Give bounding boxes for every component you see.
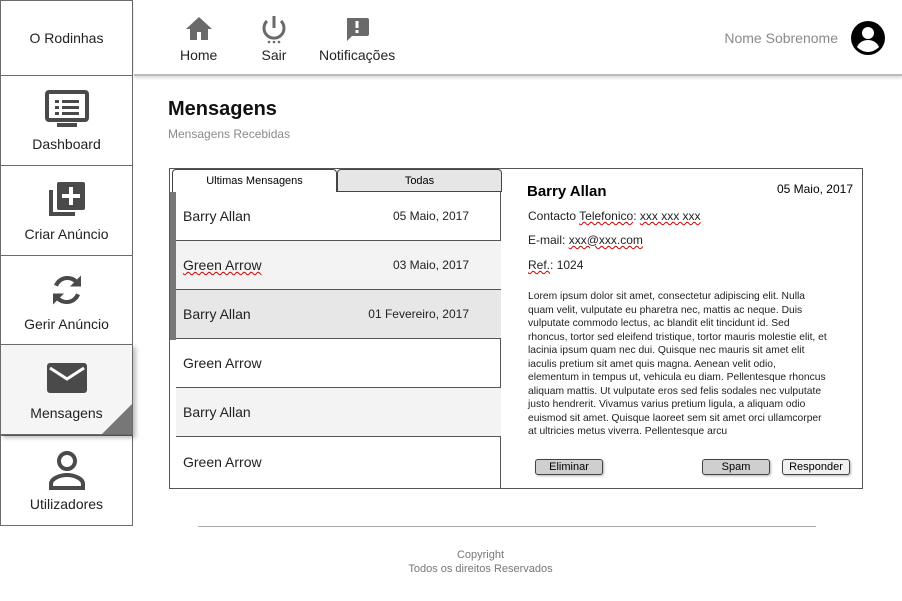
message-sender: Green Arrow xyxy=(183,257,262,273)
message-sender: Barry Allan xyxy=(183,208,251,224)
active-indicator xyxy=(102,404,132,434)
sidebar-item-label: Utilizadores xyxy=(29,495,104,512)
brand-logo[interactable]: O Rodinhas xyxy=(0,0,133,76)
message-list: Barry Allan 05 Maio, 2017 Green Arrow 03… xyxy=(176,192,501,488)
message-sender: Green Arrow xyxy=(183,355,262,371)
add-library-icon xyxy=(48,181,85,216)
power-icon xyxy=(262,16,286,44)
mail-icon xyxy=(46,362,87,393)
sidebar-item-label: Criar Anúncio xyxy=(24,225,109,242)
sidebar-item-criar-anuncio[interactable]: Criar Anúncio xyxy=(0,165,133,256)
page-title: Mensagens xyxy=(168,98,277,120)
top-bar: Home Sair Notificações Nome Sobrenome xyxy=(134,0,902,76)
nav-home-label: Home xyxy=(180,47,218,63)
nav-sair-button[interactable]: Sair xyxy=(259,14,289,63)
user-icon xyxy=(48,450,85,490)
contact-label-2: Telefonico xyxy=(579,209,634,223)
contact-value: xxx xxx xxx xyxy=(639,209,701,223)
message-body: Lorem ipsum dolor sit amet, consectetur … xyxy=(528,291,827,437)
detail-email: E-mail: xxx@xxx.com xyxy=(528,233,643,247)
ref-value: 1024 xyxy=(556,258,584,272)
sidebar-item-label: Mensagens xyxy=(30,404,103,421)
responder-button[interactable]: Responder xyxy=(782,459,850,475)
email-label: E-mail: xyxy=(528,233,566,247)
spam-button[interactable]: Spam xyxy=(702,459,770,475)
page-subtitle: Mensagens Recebidas xyxy=(168,127,291,141)
brand-name: O Rodinhas xyxy=(29,30,104,46)
sidebar-item-dashboard[interactable]: Dashboard xyxy=(0,75,133,166)
nav-notificacoes-button[interactable]: Notificações xyxy=(319,14,395,63)
home-icon xyxy=(185,17,212,40)
message-row[interactable]: Barry Allan 05 Maio, 2017 xyxy=(176,192,501,241)
message-detail: Barry Allan 05 Maio, 2017 Contacto Telef… xyxy=(502,169,862,488)
detail-sender-name: Barry Allan xyxy=(527,183,607,200)
footer-divider xyxy=(198,526,816,527)
message-row[interactable]: Green Arrow 03 Maio, 2017 xyxy=(176,241,501,290)
account-circle-icon[interactable] xyxy=(850,20,886,56)
detail-contact: Contacto Telefonico: xxx xxx xxx xyxy=(528,209,701,223)
message-row[interactable]: Barry Allan xyxy=(176,388,501,437)
message-sender: Barry Allan xyxy=(183,306,251,322)
sidebar-item-gerir-anuncio[interactable]: Gerir Anúncio xyxy=(0,255,133,346)
detail-date: 05 Maio, 2017 xyxy=(776,182,853,196)
message-sender: Barry Allan xyxy=(183,404,251,420)
sidebar-item-label: Gerir Anúncio xyxy=(24,315,109,332)
dashboard-icon xyxy=(44,89,89,127)
message-date: 05 Maio, 2017 xyxy=(392,209,469,223)
ref-label: Ref. xyxy=(528,258,551,272)
messages-panel: Ultimas Mensagens Todas Barry Allan 05 M… xyxy=(169,168,863,489)
nav-home-button[interactable]: Home xyxy=(180,14,217,63)
nav-notificacoes-label: Notificações xyxy=(319,47,396,63)
sidebar-item-mensagens[interactable]: Mensagens xyxy=(0,344,133,435)
sidebar-item-label: Dashboard xyxy=(32,135,101,152)
eliminar-button[interactable]: Eliminar xyxy=(535,459,603,475)
email-value[interactable]: xxx@xxx.com xyxy=(569,233,643,247)
footer-rights: Todos os direitos Reservados xyxy=(408,563,553,575)
footer: Copyright Todos os direitos Reservados xyxy=(198,548,763,576)
contact-label: Contacto xyxy=(528,209,577,223)
notification-icon xyxy=(347,18,370,41)
sync-icon xyxy=(52,275,81,304)
message-date: 01 Fevereiro, 2017 xyxy=(368,307,469,321)
message-row[interactable]: Green Arrow xyxy=(176,339,501,388)
tab-ultimas-mensagens[interactable]: Ultimas Mensagens xyxy=(172,169,337,192)
message-date: 03 Maio, 2017 xyxy=(392,258,469,272)
message-row[interactable]: Barry Allan 01 Fevereiro, 2017 xyxy=(176,290,501,339)
sidebar-item-utilizadores[interactable]: Utilizadores xyxy=(0,435,133,526)
nav-sair-label: Sair xyxy=(261,47,287,63)
message-row[interactable]: Green Arrow xyxy=(176,437,501,486)
detail-ref: Ref.: 1024 xyxy=(528,258,584,272)
message-sender: Green Arrow xyxy=(183,453,262,470)
user-name[interactable]: Nome Sobrenome xyxy=(724,30,838,46)
sidebar: O Rodinhas Dashboard Criar Anúncio Gerir… xyxy=(0,0,134,526)
message-tabs: Ultimas Mensagens Todas xyxy=(172,169,502,193)
footer-copyright: Copyright xyxy=(456,549,505,561)
tab-todas[interactable]: Todas xyxy=(337,169,502,192)
